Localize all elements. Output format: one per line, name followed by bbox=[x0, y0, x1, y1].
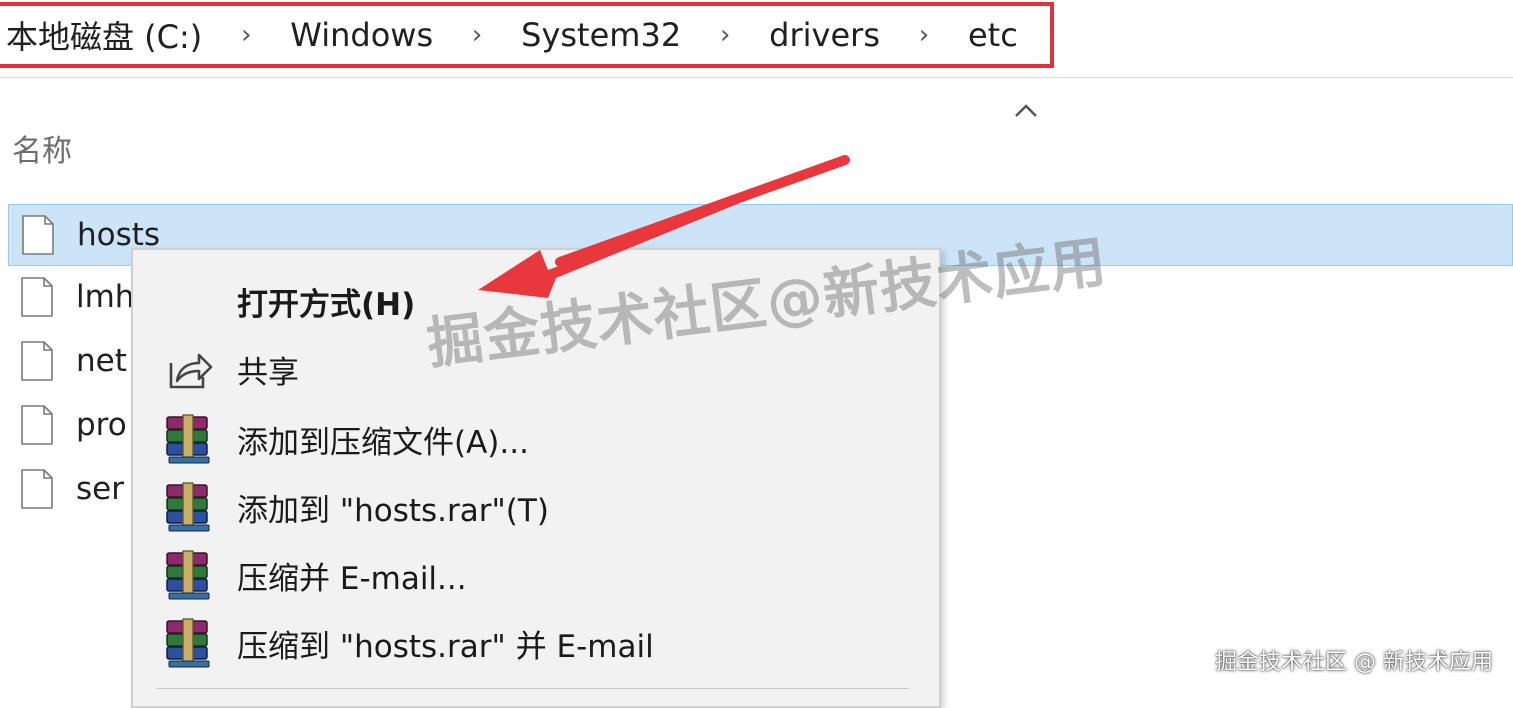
menu-item-add-to-hosts-rar[interactable]: 添加到 "hosts.rar"(T) bbox=[133, 474, 939, 540]
file-icon bbox=[21, 277, 53, 317]
menu-item-add-to-archive[interactable]: 添加到压缩文件(A)... bbox=[133, 406, 939, 472]
file-icon bbox=[21, 341, 53, 381]
column-header-name[interactable]: 名称 bbox=[12, 126, 72, 170]
address-bar: 本地磁盘 (C:) › Windows › System32 › drivers… bbox=[0, 0, 1513, 78]
winrar-icon bbox=[166, 482, 210, 532]
menu-item-compress-to-hosts-rar-and-email[interactable]: 压缩到 "hosts.rar" 并 E-mail bbox=[133, 610, 939, 676]
breadcrumb-item-etc[interactable]: etc bbox=[968, 16, 1018, 54]
menu-item-label: 添加到压缩文件(A)... bbox=[237, 424, 529, 461]
menu-item-label: 压缩到 "hosts.rar" 并 E-mail bbox=[237, 628, 654, 665]
file-name: net bbox=[76, 343, 127, 379]
menu-item-label: 压缩并 E-mail... bbox=[237, 560, 467, 597]
file-name: pro bbox=[76, 407, 127, 443]
menu-item-compress-and-email[interactable]: 压缩并 E-mail... bbox=[133, 542, 939, 608]
breadcrumb-separator[interactable]: › bbox=[202, 20, 290, 50]
menu-divider bbox=[157, 688, 909, 689]
breadcrumb-item-drivers[interactable]: drivers bbox=[769, 16, 880, 54]
file-name: ser bbox=[76, 471, 124, 507]
breadcrumb-separator[interactable]: › bbox=[681, 20, 769, 50]
winrar-icon bbox=[166, 550, 210, 600]
file-icon bbox=[21, 469, 53, 509]
breadcrumb-item-drive[interactable]: 本地磁盘 (C:) bbox=[6, 12, 202, 58]
menu-item-label: 共享 bbox=[237, 354, 299, 391]
sort-ascending-icon[interactable] bbox=[1010, 98, 1042, 122]
watermark-corner: 掘金技术社区 @ 新技术应用 bbox=[1215, 650, 1493, 675]
breadcrumb-item-windows[interactable]: Windows bbox=[290, 16, 433, 54]
share-icon bbox=[169, 353, 213, 389]
file-icon bbox=[21, 405, 53, 445]
menu-item-label: 打开方式(H) bbox=[237, 286, 416, 323]
breadcrumb: 本地磁盘 (C:) › Windows › System32 › drivers… bbox=[0, 2, 1054, 68]
breadcrumb-separator[interactable]: › bbox=[880, 20, 968, 50]
menu-item-label: 添加到 "hosts.rar"(T) bbox=[237, 492, 549, 529]
file-icon bbox=[22, 215, 54, 255]
winrar-icon bbox=[166, 414, 210, 464]
breadcrumb-separator[interactable]: › bbox=[433, 20, 521, 50]
file-name: lmh bbox=[76, 279, 135, 315]
breadcrumb-item-system32[interactable]: System32 bbox=[521, 16, 681, 54]
winrar-icon bbox=[166, 618, 210, 668]
